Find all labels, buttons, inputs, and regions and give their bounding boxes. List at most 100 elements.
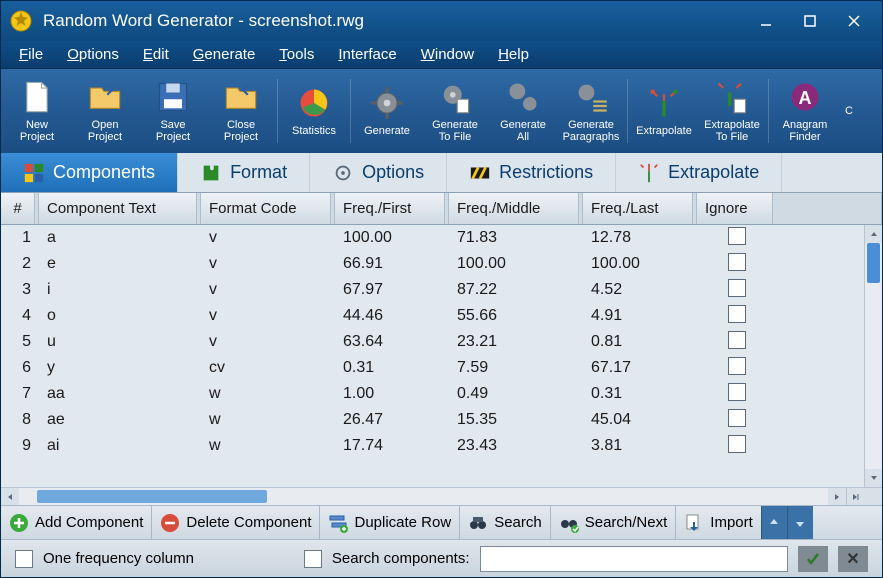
- menu-window[interactable]: Window: [409, 44, 486, 65]
- col-component-text[interactable]: Component Text: [39, 193, 197, 224]
- menu-options[interactable]: Options: [55, 44, 131, 65]
- table-row[interactable]: 4ov44.4655.664.91: [1, 303, 864, 329]
- cell-ignore: [697, 253, 777, 276]
- scroll-left-icon[interactable]: [1, 488, 19, 505]
- menu-edit[interactable]: Edit: [131, 44, 181, 65]
- scroll-up-icon[interactable]: [865, 225, 882, 243]
- cell-text: i: [39, 281, 201, 299]
- new-project-button[interactable]: NewProject: [3, 72, 71, 150]
- row-number: 4: [1, 307, 39, 325]
- cell-code: w: [201, 411, 335, 429]
- tab-restrictions[interactable]: Restrictions: [447, 153, 616, 192]
- table-row[interactable]: 7aaw1.000.490.31: [1, 381, 864, 407]
- generate-to-file-button[interactable]: GenerateTo File: [421, 72, 489, 150]
- move-down-button[interactable]: [787, 506, 813, 539]
- ignore-checkbox[interactable]: [728, 305, 746, 323]
- ignore-checkbox[interactable]: [728, 435, 746, 453]
- maximize-button[interactable]: [788, 7, 832, 35]
- add-component-button[interactable]: Add Component: [1, 506, 152, 539]
- col-number[interactable]: #: [1, 193, 35, 224]
- move-up-button[interactable]: [761, 506, 787, 539]
- menu-help[interactable]: Help: [486, 44, 541, 65]
- cell-last: 4.91: [583, 307, 697, 325]
- extrapolate-to-file-button[interactable]: ExtrapolateTo File: [698, 72, 766, 150]
- extrapolate-button[interactable]: Extrapolate: [630, 72, 698, 150]
- cell-middle: 71.83: [449, 229, 583, 247]
- ignore-checkbox[interactable]: [728, 227, 746, 245]
- column-headers: # Component Text Format Code Freq./First…: [1, 193, 882, 225]
- ignore-checkbox[interactable]: [728, 279, 746, 297]
- delete-component-button[interactable]: Delete Component: [152, 506, 320, 539]
- col-freq-last[interactable]: Freq./Last: [583, 193, 693, 224]
- scroll-down-icon[interactable]: [865, 469, 882, 487]
- duplicate-row-button[interactable]: Duplicate Row: [320, 506, 460, 539]
- cell-ignore: [697, 383, 777, 406]
- menu-file[interactable]: File: [7, 44, 55, 65]
- extrapolate-tab-icon: [638, 162, 660, 184]
- folder-close-icon: [223, 79, 259, 115]
- scroll-end-right-icon[interactable]: [846, 488, 864, 505]
- cell-last: 67.17: [583, 359, 697, 377]
- table-row[interactable]: 6ycv0.317.5967.17: [1, 355, 864, 381]
- table-row[interactable]: 2ev66.91100.00100.00: [1, 251, 864, 277]
- search-clear-button[interactable]: ✕: [838, 546, 868, 572]
- cell-text: u: [39, 333, 201, 351]
- close-button[interactable]: [832, 7, 876, 35]
- hscroll-thumb[interactable]: [37, 490, 267, 503]
- ignore-checkbox[interactable]: [728, 409, 746, 427]
- minimize-button[interactable]: [744, 7, 788, 35]
- ignore-checkbox[interactable]: [728, 253, 746, 271]
- scroll-right-icon[interactable]: [828, 488, 846, 505]
- cell-middle: 23.43: [449, 437, 583, 455]
- anagram-finder-button[interactable]: AAnagramFinder: [771, 72, 839, 150]
- generate-all-button[interactable]: GenerateAll: [489, 72, 557, 150]
- search-button[interactable]: Search: [460, 506, 551, 539]
- col-freq-middle[interactable]: Freq./Middle: [449, 193, 579, 224]
- table-row[interactable]: 8aew26.4715.3545.04: [1, 407, 864, 433]
- close-project-button[interactable]: CloseProject: [207, 72, 275, 150]
- statistics-button[interactable]: Statistics: [280, 72, 348, 150]
- ignore-checkbox[interactable]: [728, 357, 746, 375]
- col-freq-first[interactable]: Freq./First: [335, 193, 445, 224]
- menu-interface[interactable]: Interface: [326, 44, 408, 65]
- search-components-checkbox[interactable]: [304, 550, 322, 568]
- row-number: 2: [1, 255, 39, 273]
- ignore-checkbox[interactable]: [728, 331, 746, 349]
- open-project-button[interactable]: OpenProject: [71, 72, 139, 150]
- col-ignore[interactable]: Ignore: [697, 193, 773, 224]
- col-format-code[interactable]: Format Code: [201, 193, 331, 224]
- anagram-icon: A: [787, 79, 823, 115]
- generate-button[interactable]: Generate: [353, 72, 421, 150]
- tab-components[interactable]: Components: [1, 153, 178, 192]
- save-project-button[interactable]: SaveProject: [139, 72, 207, 150]
- cell-first: 66.91: [335, 255, 449, 273]
- pie-chart-icon: [296, 85, 332, 121]
- tab-format[interactable]: Format: [178, 153, 310, 192]
- cell-text: ai: [39, 437, 201, 455]
- cell-middle: 7.59: [449, 359, 583, 377]
- cell-first: 1.00: [335, 385, 449, 403]
- search-next-button[interactable]: Search/Next: [551, 506, 677, 539]
- table-row[interactable]: 5uv63.6423.210.81: [1, 329, 864, 355]
- row-number: 5: [1, 333, 39, 351]
- row-number: 1: [1, 229, 39, 247]
- scroll-thumb[interactable]: [867, 243, 880, 283]
- toolbar-overflow[interactable]: C: [839, 72, 859, 150]
- menu-tools[interactable]: Tools: [267, 44, 326, 65]
- import-button[interactable]: Import: [676, 506, 761, 539]
- horizontal-scrollbar[interactable]: [1, 487, 882, 505]
- ignore-checkbox[interactable]: [728, 383, 746, 401]
- data-table[interactable]: 1av100.0071.8312.782ev66.91100.00100.003…: [1, 225, 864, 487]
- table-row[interactable]: 3iv67.9787.224.52: [1, 277, 864, 303]
- menu-generate[interactable]: Generate: [181, 44, 268, 65]
- cell-last: 12.78: [583, 229, 697, 247]
- one-frequency-checkbox[interactable]: [15, 550, 33, 568]
- search-input[interactable]: [480, 546, 789, 572]
- table-row[interactable]: 9aiw17.7423.433.81: [1, 433, 864, 459]
- generate-paragraphs-button[interactable]: GenerateParagraphs: [557, 72, 625, 150]
- vertical-scrollbar[interactable]: [864, 225, 882, 487]
- search-confirm-button[interactable]: [798, 546, 828, 572]
- table-row[interactable]: 1av100.0071.8312.78: [1, 225, 864, 251]
- tab-options[interactable]: Options: [310, 153, 447, 192]
- tab-extrapolate[interactable]: Extrapolate: [616, 153, 782, 192]
